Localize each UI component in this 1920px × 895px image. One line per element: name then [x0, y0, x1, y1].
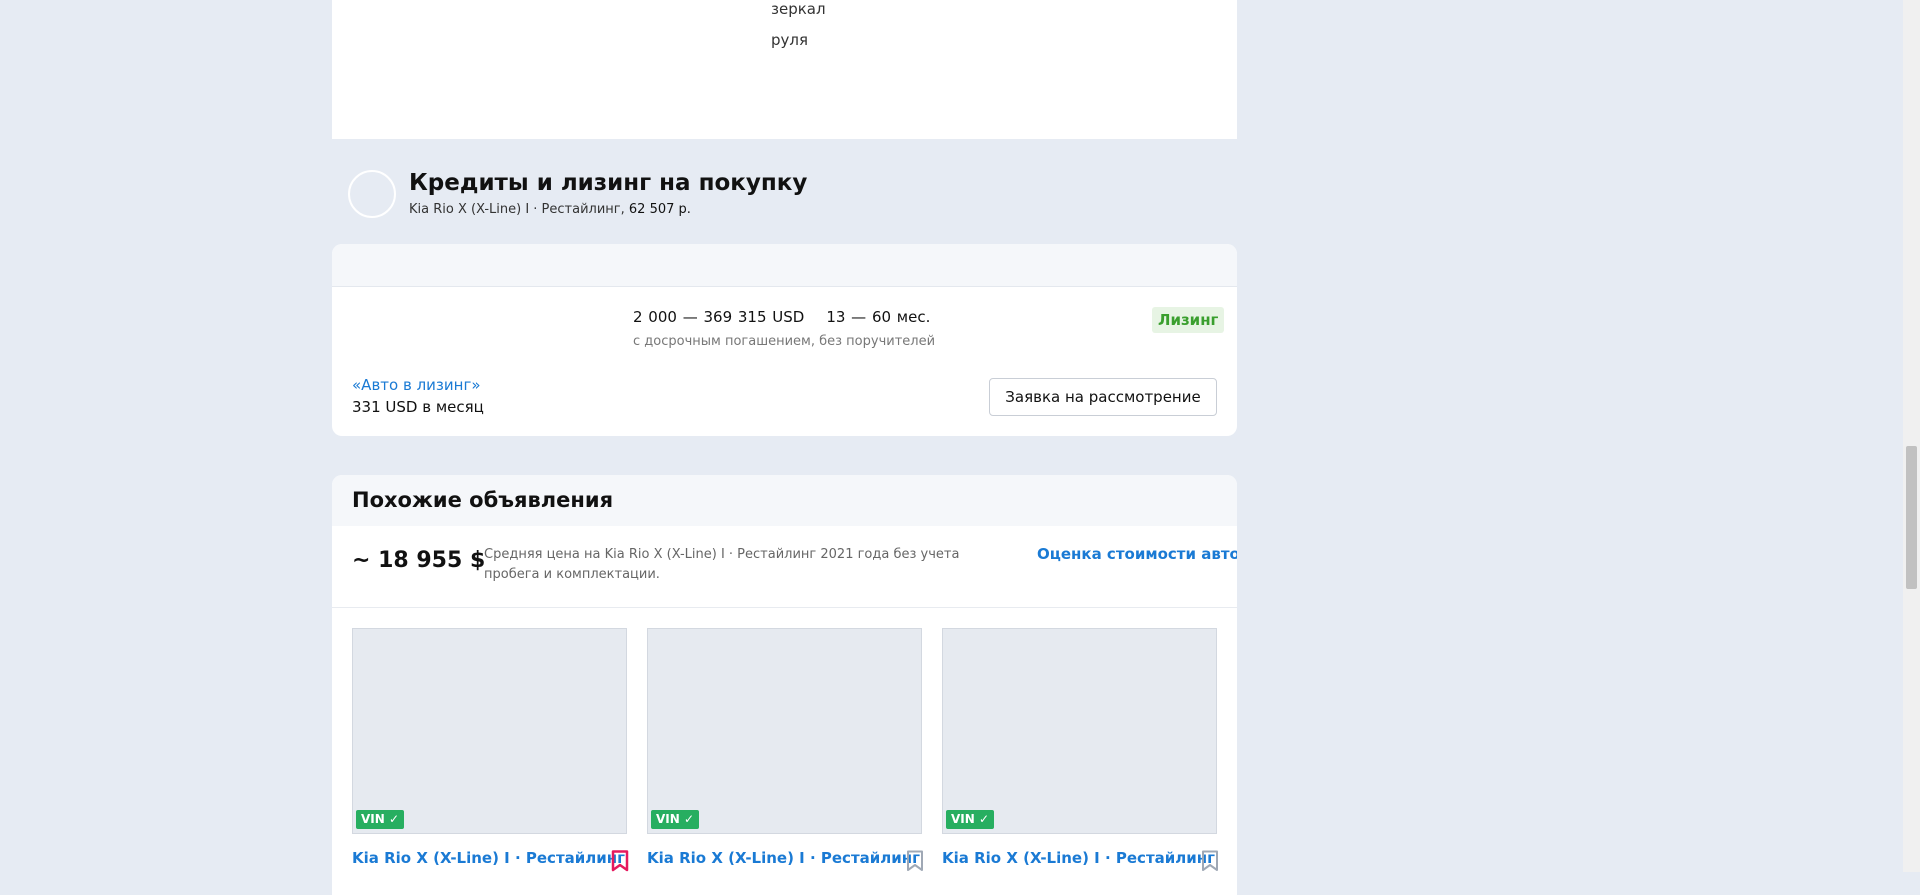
- ad-photo-placeholder[interactable]: [942, 628, 1217, 834]
- equipment-section: [332, 0, 1237, 139]
- car-valuation-link[interactable]: Оценка стоимости авто: [1037, 545, 1237, 563]
- equipment-item: зеркал: [771, 0, 826, 18]
- bookmark-filled-icon[interactable]: [611, 850, 629, 872]
- leasing-offer-card: 2 000 — 369 315 USD 13 — 60 мес. с досроч…: [332, 244, 1237, 436]
- similar-ads-section: Похожие объявления ~ 18 955 $ Средняя це…: [332, 475, 1237, 895]
- leasing-monthly-payment: 331 USD в месяц: [352, 398, 484, 416]
- bookmark-outline-icon[interactable]: [1201, 850, 1219, 872]
- scrollbar-thumb[interactable]: [1906, 446, 1917, 589]
- vin-verified-badge: VIN ✓: [946, 810, 995, 829]
- leasing-card-header: [332, 244, 1237, 287]
- leasing-amount-range: 2 000 — 369 315 USD: [633, 308, 805, 326]
- vin-verified-badge: VIN ✓: [651, 810, 700, 829]
- average-price: ~ 18 955 $: [352, 548, 486, 573]
- ad-photo-placeholder[interactable]: [647, 628, 922, 834]
- average-price-description: Средняя цена на Kia Rio X (X-Line) I · Р…: [484, 547, 960, 582]
- ad-title-link[interactable]: Kia Rio X (X-Line) I · Рестайлинг: [647, 849, 920, 867]
- leasing-term-range: 13 — 60 мес.: [826, 308, 931, 326]
- page-scrollbar[interactable]: [1903, 0, 1920, 872]
- similar-ads-title: Похожие объявления: [352, 488, 614, 512]
- ad-photo-placeholder[interactable]: [352, 628, 627, 834]
- vin-verified-badge: VIN ✓: [356, 810, 405, 829]
- equipment-item: руля: [771, 31, 809, 49]
- leasing-range: 2 000 — 369 315 USD 13 — 60 мес.: [633, 308, 930, 326]
- bookmark-outline-icon[interactable]: [906, 850, 924, 872]
- leasing-badge: Лизинг: [1152, 307, 1225, 333]
- credit-logo-placeholder: [348, 170, 396, 218]
- credit-subtitle-car: Kia Rio X (X-Line) I · Рестайлинг,: [409, 202, 629, 217]
- divider: [332, 607, 1237, 608]
- apply-leasing-button[interactable]: Заявка на рассмотрение: [989, 378, 1217, 416]
- credit-section-title: Кредиты и лизинг на покупку: [409, 170, 808, 196]
- credit-subtitle-price: 62 507 р.: [628, 202, 691, 217]
- ad-title-link[interactable]: Kia Rio X (X-Line) I · Рестайлинг: [352, 849, 625, 867]
- credit-subtitle: Kia Rio X (X-Line) I · Рестайлинг, 62 50…: [409, 202, 691, 217]
- leasing-conditions: с досрочным погашением, без поручителей: [633, 334, 936, 349]
- leasing-product-link[interactable]: «Авто в лизинг»: [352, 376, 481, 394]
- ad-title-link[interactable]: Kia Rio X (X-Line) I · Рестайлинг: [942, 849, 1215, 867]
